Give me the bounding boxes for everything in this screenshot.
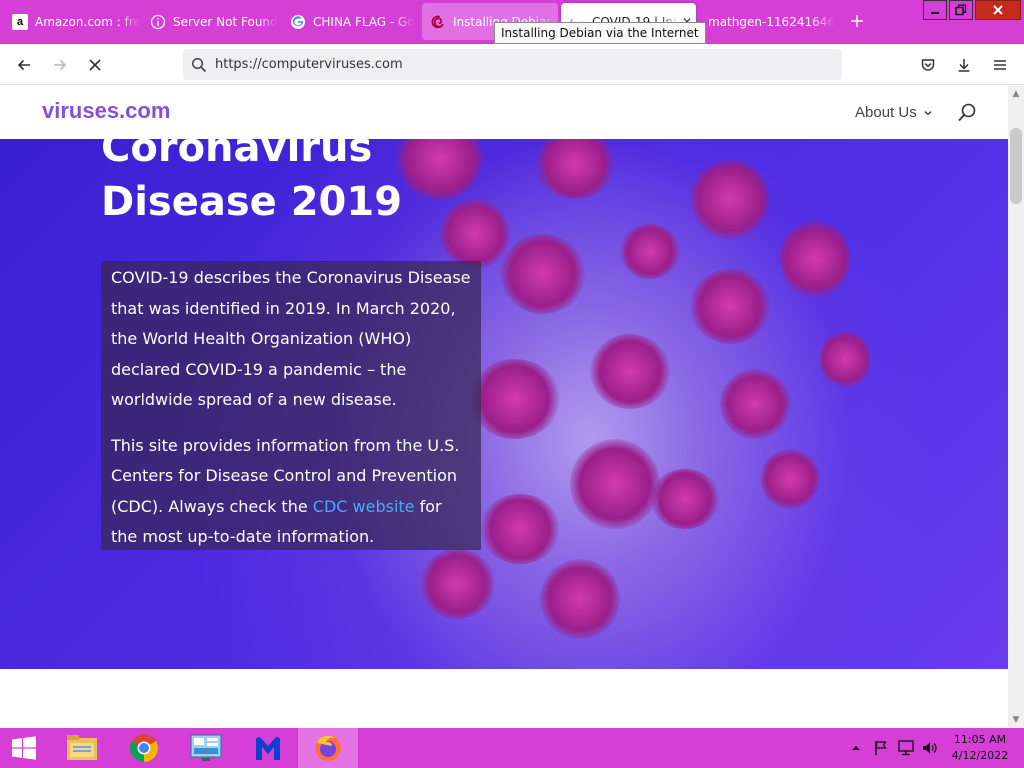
close-icon <box>993 5 1003 15</box>
address-bar[interactable] <box>183 49 842 80</box>
hero-paragraph-1: COVID-19 describes the Coronavirus Disea… <box>111 268 471 409</box>
tab-server-not-found[interactable]: Server Not Found <box>142 3 282 40</box>
speaker-icon <box>923 742 937 754</box>
pocket-button[interactable] <box>915 52 941 78</box>
cdc-website-link[interactable]: CDC website <box>313 497 415 516</box>
file-explorer-icon <box>67 735 97 760</box>
site-search-button[interactable] <box>956 102 978 124</box>
minimize-icon <box>931 12 939 14</box>
stop-icon <box>89 59 101 71</box>
forward-button[interactable] <box>47 52 73 78</box>
vertical-scrollbar[interactable]: ▲ ▼ <box>1008 86 1024 728</box>
download-icon <box>958 59 970 72</box>
file-explorer-button[interactable] <box>52 728 112 768</box>
control-panel-button[interactable] <box>176 728 236 768</box>
tab-china-flag[interactable]: CHINA FLAG - Go <box>282 3 420 40</box>
firefox-icon <box>315 735 341 761</box>
info-icon <box>150 14 166 30</box>
hero-title-line-2: Disease 2019 <box>101 179 403 225</box>
stop-button[interactable] <box>82 52 108 78</box>
tab-amazon[interactable]: a Amazon.com : fre <box>4 3 142 40</box>
about-us-menu[interactable]: About Us <box>855 104 933 121</box>
show-hidden-icons-button[interactable] <box>848 738 864 758</box>
chrome-icon <box>130 734 158 762</box>
arrow-left-icon <box>17 59 30 71</box>
downloads-button[interactable] <box>951 52 977 78</box>
minimize-button[interactable] <box>923 0 947 20</box>
hero-paragraph-2: This site provides information from the … <box>111 431 471 553</box>
pocket-icon <box>921 59 935 71</box>
volume-button[interactable] <box>920 738 940 758</box>
back-button[interactable] <box>11 52 37 78</box>
search-icon <box>183 57 215 73</box>
malwarebytes-button[interactable] <box>238 728 298 768</box>
chrome-button[interactable] <box>114 728 174 768</box>
chevron-up-icon <box>852 746 860 750</box>
windows-start-icon <box>12 736 36 760</box>
new-tab-button[interactable] <box>846 11 868 33</box>
about-us-label: About Us <box>855 104 917 121</box>
system-clock[interactable]: 11:05 AM 4/12/2022 <box>950 732 1010 764</box>
hero-text-box: COVID-19 describes the Coronavirus Disea… <box>101 261 481 550</box>
arrow-right-icon <box>54 59 67 71</box>
menu-button[interactable] <box>987 52 1013 78</box>
hero-title: Coronavirus Disease 2019 <box>101 139 402 229</box>
scrollbar-thumb[interactable] <box>1010 128 1022 204</box>
site-header: viruses.com About Us <box>0 86 1008 139</box>
flag-icon <box>875 741 887 755</box>
hero-title-line-1: Coronavirus <box>101 139 373 171</box>
close-window-button[interactable] <box>975 0 1021 20</box>
taskbar: 11:05 AM 4/12/2022 <box>0 728 1024 768</box>
firefox-button[interactable] <box>298 728 358 768</box>
action-center-flag-button[interactable] <box>872 738 890 758</box>
debian-icon <box>430 14 446 30</box>
clock-time: 11:05 AM <box>953 733 1007 746</box>
tab-mathgen[interactable]: mathgen-1162416466 <box>700 3 836 40</box>
scroll-up-icon[interactable]: ▲ <box>1008 86 1024 102</box>
url-input[interactable] <box>215 57 815 72</box>
site-logo[interactable]: viruses.com <box>42 98 170 124</box>
tab-tooltip: Installing Debian via the Internet <box>494 22 706 44</box>
network-button[interactable] <box>896 738 916 758</box>
search-icon <box>958 103 976 122</box>
hero-banner: Coronavirus Disease 2019 COVID-19 descri… <box>0 139 1008 669</box>
restore-icon <box>955 4 967 16</box>
tab-label: Amazon.com : fre <box>35 14 141 29</box>
plus-icon <box>851 15 863 27</box>
clock-date: 4/12/2022 <box>951 749 1009 762</box>
amazon-icon: a <box>12 13 28 30</box>
network-icon <box>898 740 914 756</box>
chevron-down-icon <box>924 110 932 116</box>
malwarebytes-icon <box>256 736 280 760</box>
tab-label: Server Not Found <box>173 14 278 29</box>
control-panel-icon <box>190 734 222 761</box>
google-icon <box>290 14 306 30</box>
scroll-down-icon[interactable]: ▼ <box>1008 712 1024 728</box>
navigation-toolbar <box>0 44 1024 85</box>
web-content: viruses.com About Us Coronavirus Disease… <box>0 86 1008 728</box>
tab-label: mathgen-1162416466 <box>708 14 836 29</box>
start-button[interactable] <box>0 728 48 768</box>
restore-button[interactable] <box>949 0 973 20</box>
hamburger-menu-icon <box>994 60 1006 70</box>
tab-label: CHINA FLAG - Go <box>313 14 415 29</box>
